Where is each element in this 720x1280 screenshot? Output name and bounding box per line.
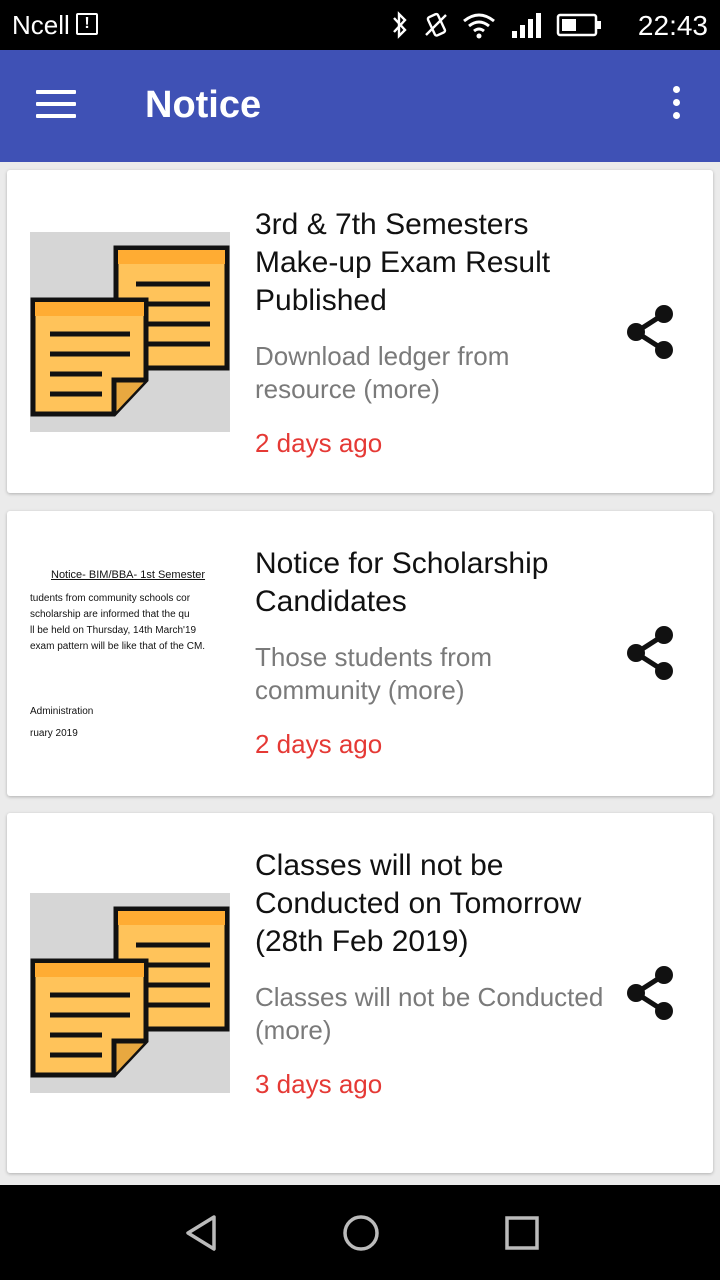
sticky-notes-icon — [30, 893, 230, 1093]
status-bar: Ncell ! 22:43 — [0, 0, 720, 50]
notice-summary: Classes will not be Conducted (more) — [255, 982, 604, 1045]
battery-icon — [556, 13, 601, 37]
carrier-name: Ncell — [12, 10, 70, 40]
document-line: exam pattern will be like that of the CM… — [30, 641, 206, 652]
share-icon[interactable] — [624, 965, 676, 1021]
document-line: ll be held on Thursday, 14th March'19 — [30, 625, 197, 636]
back-icon[interactable] — [180, 1211, 224, 1255]
notice-card[interactable]: Notice- BIM/BBA- 1st Semester tudents fr… — [7, 511, 713, 796]
wifi-icon — [463, 13, 495, 39]
clock: 22:43 — [637, 10, 708, 41]
notice-time: 3 days ago — [255, 1069, 383, 1099]
notice-title: Classes will not be Conducted on Tomorro… — [255, 849, 582, 958]
document-signature: Administration — [30, 706, 94, 717]
vibrate-icon — [425, 12, 447, 37]
notice-content: 3rd & 7th Semesters Make-up Exam Result … — [255, 206, 605, 459]
notice-content: Notice for Scholarship Candidates Those … — [255, 545, 605, 760]
notice-summary: Those students from community (more) — [255, 642, 492, 705]
sticky-notes-icon — [30, 232, 230, 432]
home-icon[interactable] — [339, 1211, 383, 1255]
notice-document-thumbnail: Notice- BIM/BBA- 1st Semester tudents fr… — [30, 563, 240, 763]
signal-icon — [512, 13, 541, 38]
page-title: Notice — [145, 84, 262, 126]
notice-card[interactable]: 3rd & 7th Semesters Make-up Exam Result … — [7, 170, 713, 493]
status-icons — [390, 10, 602, 40]
more-options-icon[interactable] — [666, 86, 686, 126]
app-bar: Notice — [0, 50, 720, 162]
document-line: tudents from community schools cor — [30, 593, 191, 604]
bluetooth-icon — [393, 11, 407, 39]
notice-time: 2 days ago — [255, 428, 383, 458]
document-heading: Notice- BIM/BBA- 1st Semester — [51, 569, 206, 581]
notice-title: Notice for Scholarship Candidates — [255, 547, 549, 618]
document-date: ruary 2019 — [30, 728, 78, 739]
menu-icon[interactable] — [36, 90, 76, 120]
notification-alert-icon: ! — [76, 13, 98, 35]
system-navigation-bar — [0, 1185, 720, 1280]
share-icon[interactable] — [624, 625, 676, 681]
notice-title: 3rd & 7th Semesters Make-up Exam Result … — [255, 208, 551, 317]
share-icon[interactable] — [624, 304, 676, 360]
document-line: scholarship are informed that the qu — [30, 609, 190, 620]
notice-card[interactable]: Classes will not be Conducted on Tomorro… — [7, 813, 713, 1173]
notice-content: Classes will not be Conducted on Tomorro… — [255, 847, 605, 1100]
notice-time: 2 days ago — [255, 729, 383, 759]
recent-apps-icon[interactable] — [500, 1211, 544, 1255]
notice-summary: Download ledger from resource (more) — [255, 341, 510, 404]
